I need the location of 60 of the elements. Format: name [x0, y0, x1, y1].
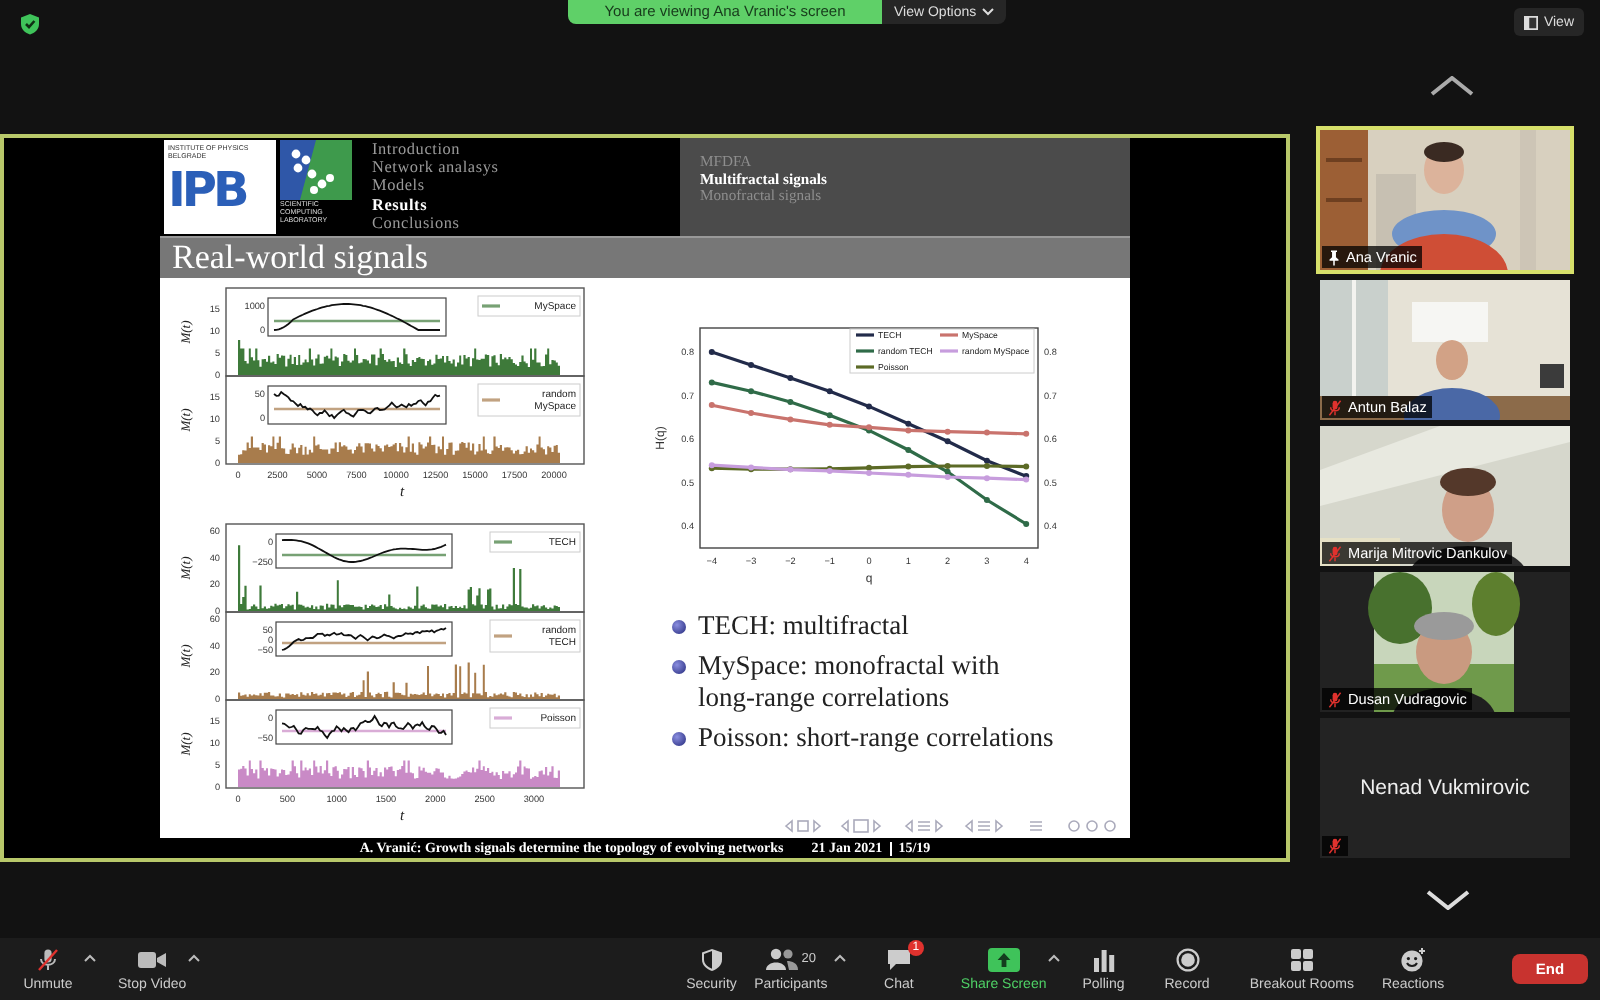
- slide-title: Real-world signals: [172, 238, 428, 278]
- lab-logo-icon: [280, 140, 352, 200]
- caret-icon[interactable]: [1048, 953, 1061, 961]
- scroll-down-chevron-icon[interactable]: [1426, 890, 1470, 910]
- data-point: [708, 348, 715, 355]
- security-shield-icon: [18, 12, 42, 36]
- participant-name: Nenad Vukmirovic: [1360, 776, 1530, 800]
- grid-icon: [1289, 947, 1314, 971]
- data-point: [1023, 430, 1030, 437]
- bullet-icon: [672, 660, 686, 674]
- section-nav-item[interactable]: Network analasys: [372, 158, 499, 177]
- data-point: [905, 447, 912, 453]
- bullet-text: MySpace: monofractal with long-range correlations: [698, 650, 1002, 714]
- section-nav-item[interactable]: Models: [372, 176, 499, 196]
- data-point: [826, 388, 833, 395]
- data-point: [708, 379, 715, 386]
- bullet-text: TECH: multifractal: [698, 610, 911, 642]
- bar-chart-icon: [1091, 947, 1116, 971]
- bullet-icon: [672, 732, 686, 746]
- data-point: [748, 464, 755, 471]
- data-point: [866, 403, 872, 410]
- data-point: [787, 399, 794, 406]
- record-icon: [1175, 947, 1200, 971]
- data-point: [787, 416, 794, 423]
- scroll-up-chevron-icon[interactable]: [1430, 76, 1474, 96]
- caret-icon[interactable]: [188, 953, 201, 961]
- section-nav-item[interactable]: Conclusions: [372, 213, 499, 233]
- legend-box: [477, 295, 581, 317]
- legend-box: [489, 707, 581, 729]
- pin-icon: [1328, 249, 1340, 265]
- caret-icon: [982, 8, 995, 16]
- smiley-icon: [1400, 947, 1427, 971]
- people-icon: [765, 948, 798, 970]
- legend-box: [489, 619, 581, 653]
- data-point: [708, 402, 715, 409]
- data-point: [748, 362, 755, 369]
- data-point: [787, 375, 794, 382]
- legend-box: [477, 383, 581, 417]
- legend-box: [489, 531, 581, 553]
- caret-icon[interactable]: [834, 953, 847, 961]
- data-point: [748, 409, 755, 416]
- participant-tile[interactable]: Nenad Vukmirovic: [1320, 718, 1570, 858]
- bullet-text: Poisson: short-range correlations: [698, 722, 1056, 754]
- caret-icon[interactable]: [84, 953, 96, 961]
- data-point: [748, 388, 755, 395]
- data-point: [983, 429, 990, 436]
- layout-icon: [1523, 15, 1538, 29]
- data-point: [944, 438, 951, 445]
- section-nav-item[interactable]: Results: [372, 195, 499, 214]
- data-point: [1023, 463, 1030, 470]
- section-nav-item[interactable]: Introduction: [372, 140, 499, 159]
- data-point: [1023, 521, 1030, 528]
- data-point: [944, 428, 951, 435]
- shield-icon: [699, 947, 724, 971]
- bullet-icon: [672, 620, 686, 634]
- data-point: [983, 475, 990, 482]
- share-screen-icon: [987, 947, 1020, 971]
- data-point: [983, 497, 990, 504]
- video-camera-icon: [138, 949, 167, 969]
- chat-bubble-icon: [885, 947, 912, 971]
